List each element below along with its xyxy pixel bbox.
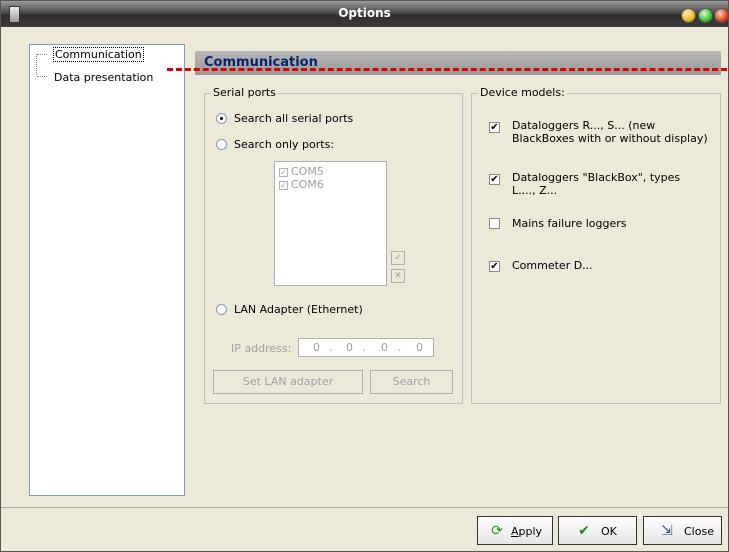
section-header: Communication <box>195 51 721 75</box>
set-lan-adapter-button[interactable]: Set LAN adapter <box>213 370 363 394</box>
device-models-legend: Device models: <box>478 86 567 99</box>
ip-dot: . <box>329 341 333 354</box>
device-label-commeter[interactable]: Commeter D... <box>512 259 593 272</box>
lan-adapter-radio[interactable] <box>216 304 227 315</box>
ip-octet-1[interactable]: 0 <box>313 341 320 354</box>
device-label-blackbox[interactable]: Dataloggers "BlackBox", types L...., Z..… <box>512 171 707 197</box>
close-window-button[interactable] <box>714 8 728 23</box>
uncheck-all-ports-button[interactable]: ✕ <box>391 269 405 283</box>
port-list[interactable]: ✓ COM5 ✓ COM6 <box>274 161 387 286</box>
device-checkbox-dataloggers-rs[interactable]: ✔ <box>489 122 500 133</box>
search-only-ports-label[interactable]: Search only ports: <box>234 138 334 151</box>
search-only-ports-radio[interactable] <box>216 139 227 150</box>
ip-dot: . <box>362 341 366 354</box>
device-checkbox-mains-failure[interactable] <box>489 218 500 229</box>
minimize-button[interactable] <box>681 8 696 23</box>
device-checkbox-blackbox[interactable]: ✔ <box>489 174 500 185</box>
search-button[interactable]: Search <box>370 370 453 394</box>
maximize-button[interactable] <box>698 8 713 23</box>
device-label-dataloggers-rs[interactable]: Dataloggers R..., S... (new BlackBoxes w… <box>512 119 712 145</box>
port-item-com6[interactable]: ✓ COM6 <box>279 178 324 191</box>
device-label-mains-failure[interactable]: Mains failure loggers <box>512 217 627 230</box>
ip-address-label: IP address: <box>231 342 292 355</box>
ip-octet-4[interactable]: 0 <box>416 341 423 354</box>
options-window: Options Communication Data presentation … <box>0 0 729 552</box>
lan-adapter-label[interactable]: LAN Adapter (Ethernet) <box>234 303 363 316</box>
bottom-divider <box>1 507 728 508</box>
door-exit-icon: ⇲ <box>661 523 673 539</box>
ok-button[interactable]: ✔ OK <box>558 516 637 545</box>
port-checkbox[interactable]: ✓ <box>279 180 288 190</box>
tree-connector <box>37 54 47 55</box>
search-all-ports-label[interactable]: Search all serial ports <box>234 112 353 125</box>
close-button[interactable]: ⇲ Close <box>643 516 722 545</box>
port-label: COM5 <box>291 165 324 178</box>
search-all-ports-radio[interactable] <box>216 113 227 124</box>
ip-dot: . <box>398 341 402 354</box>
tree-connector <box>37 76 47 77</box>
green-check-icon: ✔ <box>578 523 590 539</box>
annotation-dashed-line <box>167 68 727 71</box>
ip-octet-3[interactable]: 0 <box>381 341 388 354</box>
apply-button[interactable]: ⟳ Apply <box>477 516 553 545</box>
tree-item-communication[interactable]: Communication <box>53 47 144 62</box>
options-tree[interactable]: Communication Data presentation <box>29 44 185 496</box>
port-checkbox[interactable]: ✓ <box>279 167 288 177</box>
apply-label: Apply <box>511 525 543 538</box>
ok-label: OK <box>601 525 617 538</box>
ip-octet-2[interactable]: 0 <box>346 341 353 354</box>
window-title: Options <box>338 6 391 20</box>
serial-ports-legend: Serial ports <box>211 86 278 99</box>
port-item-com5[interactable]: ✓ COM5 <box>279 165 324 178</box>
refresh-arrows-icon: ⟳ <box>491 523 503 539</box>
tree-connector <box>36 54 49 75</box>
close-label: Close <box>684 525 714 538</box>
device-checkbox-commeter[interactable]: ✔ <box>489 261 500 272</box>
title-bar[interactable]: Options <box>1 1 728 27</box>
tree-item-data-presentation[interactable]: Data presentation <box>54 71 153 84</box>
port-label: COM6 <box>291 178 324 191</box>
ip-address-field[interactable]: 0 . 0 . 0 . 0 <box>298 338 434 357</box>
check-all-ports-button[interactable]: ✓ <box>391 251 405 265</box>
